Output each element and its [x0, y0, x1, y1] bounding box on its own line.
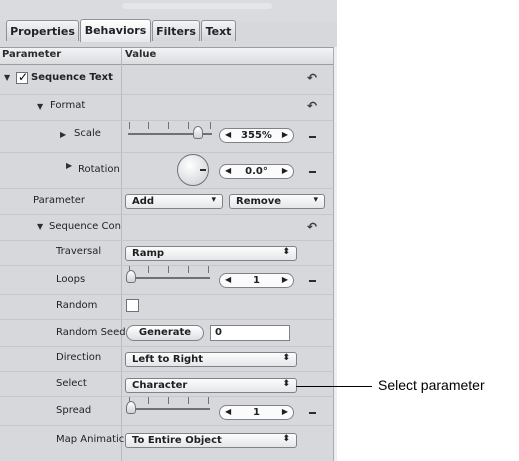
- sequence-text-label: Sequence Text: [31, 72, 113, 83]
- random-seed-label: Random Seed: [56, 327, 126, 338]
- updown-arrow-icon: ⬍: [282, 247, 290, 257]
- column-header-value: Value: [125, 49, 157, 60]
- remove-parameter-popup[interactable]: Remove ▾: [229, 194, 325, 209]
- tab-behaviors[interactable]: Behaviors: [80, 19, 151, 42]
- reset-icon[interactable]: ↶: [307, 99, 317, 113]
- decrement-arrow-icon[interactable]: ◀: [225, 275, 231, 284]
- tab-properties[interactable]: Properties: [6, 20, 79, 41]
- row-sequence-control: ▼ Sequence Con ↶: [0, 215, 333, 240]
- row-parameter: Parameter Add ▾ Remove ▾: [0, 189, 333, 214]
- increment-arrow-icon[interactable]: ▶: [282, 407, 288, 416]
- map-animation-label: Map Animatic: [56, 434, 125, 445]
- add-parameter-popup[interactable]: Add ▾: [125, 194, 223, 209]
- tab-text[interactable]: Text: [201, 20, 236, 41]
- slider-knob[interactable]: [126, 270, 136, 283]
- rotation-value[interactable]: 0.0°: [234, 165, 279, 178]
- spread-value[interactable]: 1: [234, 406, 279, 419]
- traversal-popup[interactable]: Ramp ⬍: [125, 246, 297, 261]
- spread-stepper[interactable]: ◀ 1 ▶: [219, 405, 294, 420]
- traversal-value: Ramp: [132, 248, 165, 259]
- scale-stepper[interactable]: ◀ 355% ▶: [219, 128, 294, 143]
- direction-label: Direction: [56, 352, 102, 363]
- disclosure-triangle-icon[interactable]: ▶: [66, 161, 72, 170]
- slider-knob[interactable]: [193, 126, 203, 139]
- row-sequence-text: ▼ ✓ Sequence Text ↶: [0, 64, 333, 94]
- add-label: Add: [132, 196, 155, 207]
- map-animation-value: To Entire Object: [132, 435, 222, 446]
- remove-icon[interactable]: [309, 412, 316, 414]
- select-popup[interactable]: Character ⬍: [125, 378, 297, 393]
- remove-icon[interactable]: [309, 171, 316, 173]
- popup-arrow-icon: ▾: [313, 195, 318, 205]
- reset-icon[interactable]: ↶: [307, 71, 317, 85]
- disclosure-triangle-icon[interactable]: ▶: [60, 130, 66, 139]
- sequence-control-label: Sequence Con: [49, 221, 121, 232]
- row-random: Random: [0, 295, 333, 319]
- rotation-stepper[interactable]: ◀ 0.0° ▶: [219, 164, 294, 179]
- column-header: Parameter Value: [0, 47, 333, 65]
- rotation-label: Rotation: [78, 164, 120, 175]
- row-direction: Direction Left to Right ⬍: [0, 347, 333, 371]
- random-seed-field[interactable]: 0: [210, 325, 290, 341]
- vertical-scrollbar[interactable]: [333, 47, 337, 461]
- disclosure-triangle-icon[interactable]: ▼: [4, 73, 10, 82]
- row-scale: ▶ Scale ◀ 355% ▶: [0, 121, 333, 152]
- increment-arrow-icon[interactable]: ▶: [282, 166, 288, 175]
- parameter-label: Parameter: [33, 195, 86, 206]
- select-value: Character: [132, 380, 188, 391]
- spread-slider[interactable]: [126, 397, 210, 415]
- column-header-parameter: Parameter: [2, 49, 62, 60]
- inspector-panel: Properties Behaviors Filters Text Parame…: [0, 0, 337, 461]
- scale-value[interactable]: 355%: [234, 129, 279, 142]
- slider-knob[interactable]: [126, 401, 136, 414]
- remove-label: Remove: [236, 196, 282, 207]
- increment-arrow-icon[interactable]: ▶: [282, 275, 288, 284]
- row-format: ▼ Format ↶: [0, 95, 333, 120]
- rotation-dial[interactable]: [177, 154, 209, 186]
- map-animation-popup[interactable]: To Entire Object ⬍: [125, 433, 297, 448]
- tab-filters[interactable]: Filters: [152, 20, 200, 41]
- disclosure-triangle-icon[interactable]: ▼: [37, 222, 43, 231]
- generate-button[interactable]: Generate: [126, 325, 204, 341]
- sequence-text-checkbox[interactable]: ✓: [16, 70, 29, 84]
- decrement-arrow-icon[interactable]: ◀: [225, 407, 231, 416]
- spread-label: Spread: [56, 405, 92, 416]
- random-label: Random: [56, 300, 98, 311]
- loops-label: Loops: [56, 274, 86, 285]
- toolbar-strip: [0, 0, 337, 22]
- loops-stepper[interactable]: ◀ 1 ▶: [219, 273, 294, 288]
- updown-arrow-icon: ⬍: [282, 434, 290, 444]
- updown-arrow-icon: ⬍: [282, 353, 290, 363]
- random-checkbox[interactable]: [126, 299, 139, 312]
- callout-line: [296, 386, 372, 387]
- increment-arrow-icon[interactable]: ▶: [282, 130, 288, 139]
- disclosure-triangle-icon[interactable]: ▼: [37, 102, 43, 111]
- popup-arrow-icon: ▾: [211, 195, 216, 205]
- decrement-arrow-icon[interactable]: ◀: [225, 166, 231, 175]
- direction-popup[interactable]: Left to Right ⬍: [125, 352, 297, 367]
- scale-slider[interactable]: [128, 122, 212, 140]
- row-map-animation: Map Animatic To Entire Object ⬍: [0, 426, 333, 456]
- loops-value[interactable]: 1: [234, 274, 279, 287]
- checkmark-icon: ✓: [18, 70, 29, 84]
- direction-value: Left to Right: [132, 354, 204, 365]
- select-label: Select: [56, 378, 87, 389]
- traversal-label: Traversal: [56, 246, 102, 257]
- loops-slider[interactable]: [126, 266, 210, 284]
- decrement-arrow-icon[interactable]: ◀: [225, 130, 231, 139]
- row-random-seed: Random Seed Generate 0: [0, 320, 333, 346]
- callout-label: Select parameter: [378, 377, 485, 393]
- row-traversal: Traversal Ramp ⬍: [0, 241, 333, 265]
- row-loops: Loops ◀ 1 ▶: [0, 266, 333, 294]
- updown-arrow-icon: ⬍: [282, 379, 290, 389]
- row-select: Select Character ⬍: [0, 372, 333, 396]
- remove-icon[interactable]: [309, 136, 316, 138]
- remove-icon[interactable]: [309, 280, 316, 282]
- format-label: Format: [50, 100, 86, 111]
- scale-label: Scale: [74, 128, 101, 139]
- row-rotation: ▶ Rotation ◀ 0.0° ▶: [0, 153, 333, 188]
- reset-icon[interactable]: ↶: [307, 220, 317, 234]
- row-spread: Spread ◀ 1 ▶: [0, 397, 333, 425]
- toolbar-bar: [122, 3, 272, 9]
